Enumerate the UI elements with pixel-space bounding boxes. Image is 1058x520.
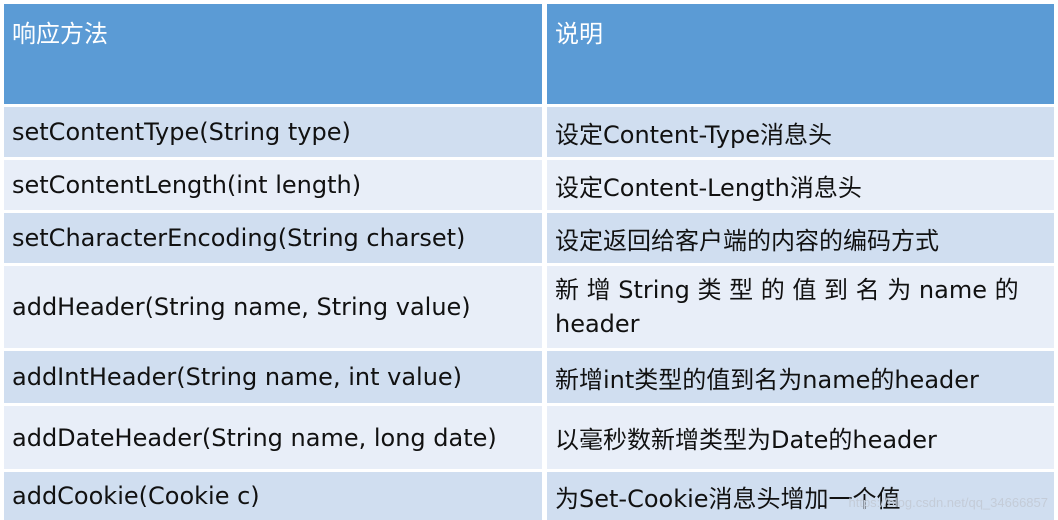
row-2-description: 设定Content-Length消息头: [547, 160, 1054, 210]
row-7-method: addCookie(Cookie c): [4, 472, 542, 520]
header-description: 说明: [547, 4, 1054, 104]
row-1-description: 设定Content-Type消息头: [547, 107, 1054, 157]
response-methods-table: 响应方法 说明 setContentType(String type) 设定Co…: [4, 4, 1054, 520]
row-3-method: setCharacterEncoding(String charset): [4, 213, 542, 263]
row-6-description: 以毫秒数新增类型为Date的header: [547, 406, 1054, 469]
row-4-description: 新 增 String 类 型 的 值 到 名 为 name 的 header: [547, 266, 1054, 348]
row-6-method: addDateHeader(String name, long date): [4, 406, 542, 469]
header-method: 响应方法: [4, 4, 542, 104]
row-3-description: 设定返回给客户端的内容的编码方式: [547, 213, 1054, 263]
watermark: https://blog.csdn.net/qq_34666857: [848, 495, 1049, 510]
row-2-method: setContentLength(int length): [4, 160, 542, 210]
row-5-method: addIntHeader(String name, int value): [4, 351, 542, 403]
row-5-description: 新增int类型的值到名为name的header: [547, 351, 1054, 403]
row-1-method: setContentType(String type): [4, 107, 542, 157]
row-4-method: addHeader(String name, String value): [4, 266, 542, 348]
